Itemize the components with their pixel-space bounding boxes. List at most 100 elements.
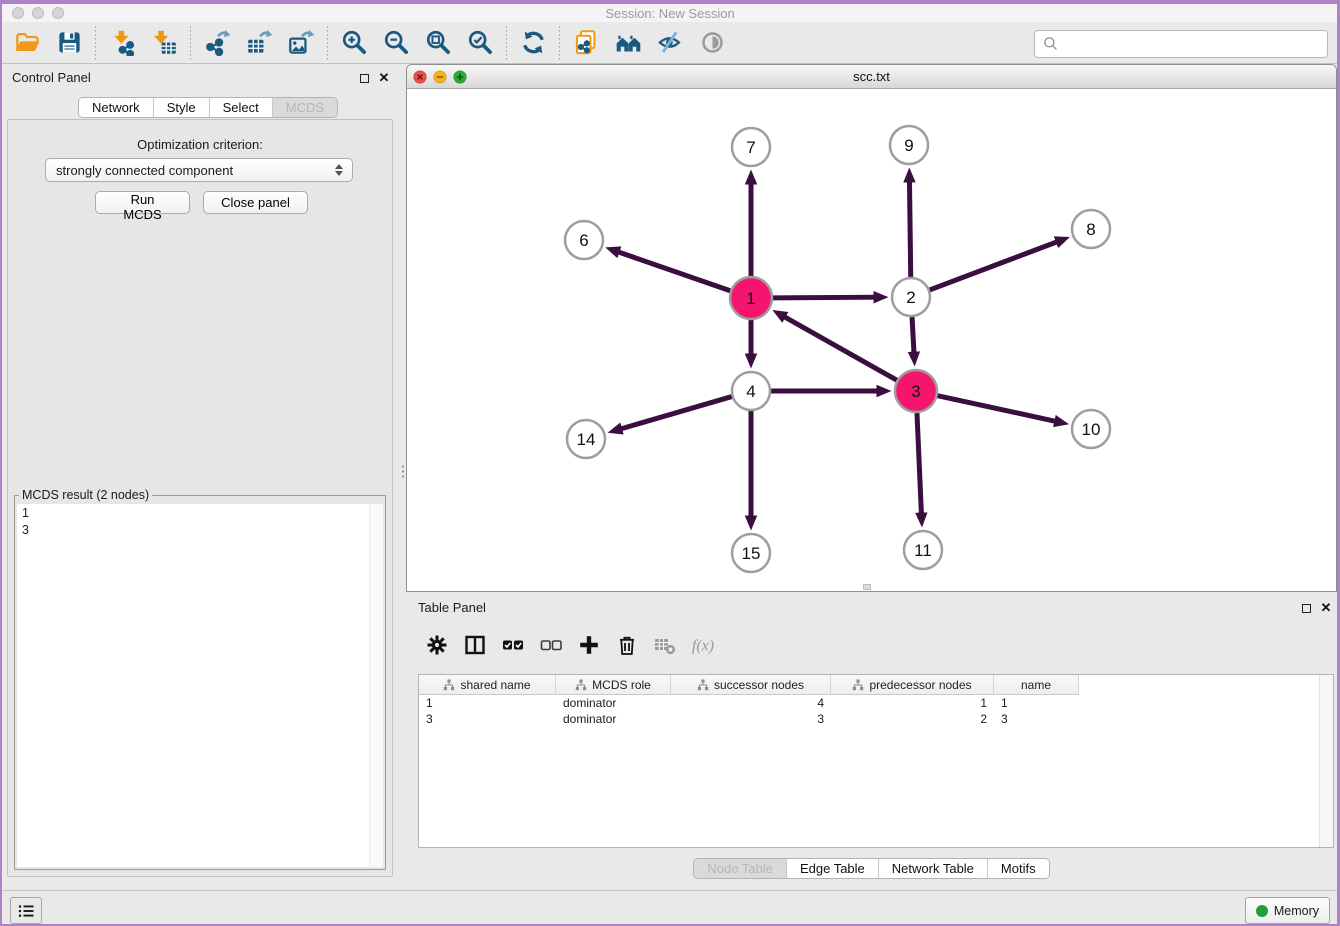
- mcds-result-scrollbar[interactable]: [369, 504, 383, 867]
- zoom-out-button[interactable]: [378, 26, 414, 60]
- column-header-successor-nodes[interactable]: successor nodes: [671, 675, 831, 695]
- edge-1-2[interactable]: [773, 297, 881, 298]
- node-6[interactable]: 6: [565, 221, 603, 259]
- zoom-selected-button[interactable]: [462, 26, 498, 60]
- node-10[interactable]: 10: [1072, 410, 1110, 448]
- column-header-predecessor-nodes[interactable]: predecessor nodes: [831, 675, 994, 695]
- table-cell[interactable]: dominator: [556, 696, 671, 710]
- node-8[interactable]: 8: [1072, 210, 1110, 248]
- settings-gear-button[interactable]: [422, 629, 452, 661]
- toolbar-group: [565, 26, 733, 60]
- table-cell[interactable]: 2: [831, 712, 994, 726]
- import-table-button[interactable]: [146, 26, 182, 60]
- mcds-panel: Optimization criterion: strongly connect…: [7, 119, 393, 877]
- edge-1-6[interactable]: [612, 250, 730, 291]
- splitter-grip[interactable]: [401, 464, 405, 480]
- edge-2-9[interactable]: [909, 175, 910, 277]
- import-network-button[interactable]: [104, 26, 140, 60]
- table-row[interactable]: 1dominator411: [419, 695, 1320, 711]
- control-tab-style[interactable]: Style: [153, 98, 209, 117]
- hide-details-button[interactable]: [652, 26, 688, 60]
- close-panel-button[interactable]: ✕: [377, 71, 391, 85]
- table-tab-node-table[interactable]: Node Table: [694, 859, 786, 878]
- column-header-shared-name[interactable]: shared name: [419, 675, 556, 695]
- zoom-in-button[interactable]: [336, 26, 372, 60]
- table-scrollbar[interactable]: [1319, 675, 1333, 847]
- table-tab-edge-table[interactable]: Edge Table: [786, 859, 878, 878]
- node-9[interactable]: 9: [890, 126, 928, 164]
- clone-network-button[interactable]: [568, 26, 604, 60]
- node-14[interactable]: 14: [567, 420, 605, 458]
- node-15[interactable]: 15: [732, 534, 770, 572]
- close-panel-button2[interactable]: Close panel: [203, 191, 308, 214]
- search-box[interactable]: [1034, 30, 1328, 58]
- edge-3-11[interactable]: [917, 413, 922, 520]
- control-tab-mcds[interactable]: MCDS: [272, 98, 337, 117]
- select-stepper-icon: [330, 164, 348, 176]
- first-neighbors-button[interactable]: [610, 26, 646, 60]
- deselect-all-icon: [539, 633, 563, 657]
- edge-2-3[interactable]: [912, 317, 914, 359]
- node-11[interactable]: 11: [904, 531, 942, 569]
- table-cell[interactable]: 3: [671, 712, 831, 726]
- deselect-all-button[interactable]: [536, 629, 566, 661]
- table-tab-motifs[interactable]: Motifs: [987, 859, 1049, 878]
- app-title: Session: New Session: [0, 6, 1340, 21]
- node-1[interactable]: 1: [730, 277, 772, 319]
- select-all-button[interactable]: [498, 629, 528, 661]
- table-cell[interactable]: 4: [671, 696, 831, 710]
- column-header-name[interactable]: name: [994, 675, 1079, 695]
- optimization-criterion-select[interactable]: strongly connected component: [45, 158, 353, 182]
- node-3[interactable]: 3: [895, 370, 937, 412]
- hide-details-icon: [657, 29, 684, 56]
- close-table-panel-button[interactable]: ✕: [1319, 601, 1333, 615]
- node-7[interactable]: 7: [732, 128, 770, 166]
- table-body: 1dominator4113dominator323: [419, 695, 1320, 847]
- zoom-fit-button[interactable]: [420, 26, 456, 60]
- table-cell[interactable]: 3: [419, 712, 556, 726]
- control-tab-select[interactable]: Select: [209, 98, 272, 117]
- edge-3-10[interactable]: [937, 396, 1061, 423]
- column-header-MCDS-role[interactable]: MCDS role: [556, 675, 671, 695]
- table-tab-network-table[interactable]: Network Table: [878, 859, 987, 878]
- float-table-panel-button[interactable]: [1299, 601, 1313, 615]
- svg-text:8: 8: [1086, 220, 1095, 239]
- split-panel-button[interactable]: [460, 629, 490, 661]
- table-cell[interactable]: 3: [994, 712, 1079, 726]
- mcds-result-box[interactable]: 1 3: [17, 504, 383, 867]
- export-table-button[interactable]: [241, 26, 277, 60]
- edge-3-1[interactable]: [779, 314, 897, 380]
- table-panel-header: Table Panel ✕: [406, 594, 1337, 620]
- table-cell[interactable]: dominator: [556, 712, 671, 726]
- table-cell[interactable]: 1: [831, 696, 994, 710]
- memory-button[interactable]: Memory: [1245, 897, 1330, 924]
- table-row[interactable]: 3dominator323: [419, 711, 1320, 727]
- open-folder-button[interactable]: [9, 26, 45, 60]
- column-label: predecessor nodes: [869, 678, 971, 692]
- save-button[interactable]: [51, 26, 87, 60]
- canvas-resize-grip[interactable]: [863, 584, 871, 590]
- delete-table-button: [650, 629, 680, 661]
- toolbar-separator: [190, 26, 191, 60]
- graph-canvas[interactable]: 1 2 3 4 6 7 8 9 10 11 14 15: [407, 89, 1336, 591]
- svg-text:14: 14: [577, 430, 596, 449]
- edge-2-8[interactable]: [930, 240, 1063, 290]
- export-image-button[interactable]: [283, 26, 319, 60]
- edge-4-14[interactable]: [615, 397, 732, 431]
- control-tab-network[interactable]: Network: [79, 98, 153, 117]
- table-cell[interactable]: 1: [994, 696, 1079, 710]
- table-cell[interactable]: 1: [419, 696, 556, 710]
- refresh-button[interactable]: [515, 26, 551, 60]
- add-column-button[interactable]: [574, 629, 604, 661]
- main-toolbar: [0, 22, 1340, 64]
- network-titlebar[interactable]: scc.txt: [407, 65, 1336, 89]
- node-2[interactable]: 2: [892, 278, 930, 316]
- run-mcds-button[interactable]: Run MCDS: [95, 191, 190, 214]
- node-4[interactable]: 4: [732, 372, 770, 410]
- svg-text:11: 11: [914, 541, 932, 560]
- export-network-button[interactable]: [199, 26, 235, 60]
- task-history-button[interactable]: [10, 897, 42, 924]
- float-panel-button[interactable]: [357, 71, 371, 85]
- delete-column-button[interactable]: [612, 629, 642, 661]
- search-input[interactable]: [1060, 34, 1327, 54]
